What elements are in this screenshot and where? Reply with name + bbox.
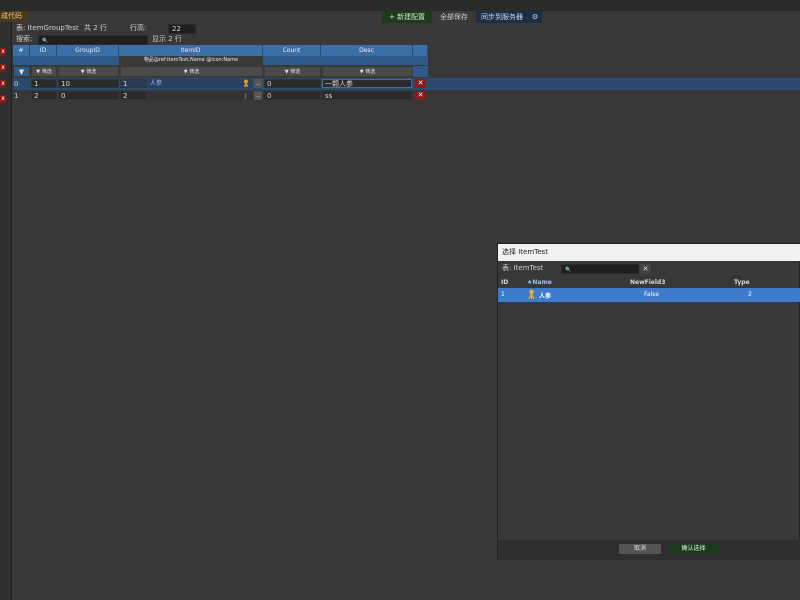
cell-desc-input[interactable]: ss xyxy=(322,91,412,100)
total-rows-label: 共 2 行 xyxy=(84,24,107,32)
gear-icon[interactable]: ⚙ xyxy=(528,11,542,23)
subheader-blank xyxy=(263,56,413,65)
cell-id-input[interactable]: 2 xyxy=(31,91,57,100)
dialog-item-id: 1 xyxy=(501,291,505,298)
dialog-item-name: 人参 xyxy=(539,293,552,300)
item-name-text xyxy=(148,92,150,99)
search-icon: 🔍 xyxy=(565,267,572,273)
cancel-button[interactable]: 取消 xyxy=(619,544,661,554)
dialog-item-type: 2 xyxy=(748,291,752,298)
subheader-blank xyxy=(413,56,428,65)
col-header-id[interactable]: ID xyxy=(30,45,57,56)
select-item-dialog: 选择 ItemTest 表: ItemTest 🔍 ✕ ID ★Name New… xyxy=(497,243,800,560)
clear-search-button[interactable]: ✕ xyxy=(640,264,651,274)
cell-itemid-ref[interactable] xyxy=(148,91,252,100)
col-header-count[interactable]: Count xyxy=(263,45,321,56)
subheader-blank xyxy=(30,56,119,65)
row-height-input[interactable]: 22 xyxy=(168,24,196,34)
col-header-itemid[interactable]: ItemID xyxy=(119,45,263,56)
pick-item-button[interactable]: .. xyxy=(254,79,262,88)
dialog-col-newfield3[interactable]: NewField3 xyxy=(630,278,665,288)
cell-itemid-input[interactable]: 1 xyxy=(120,79,147,88)
row-index: 0 xyxy=(14,80,19,88)
col-header-desc[interactable]: Desc xyxy=(321,45,413,56)
generate-code-button[interactable]: 成代码 xyxy=(0,11,28,22)
dialog-table-label: 表: ItemTest xyxy=(502,264,544,272)
itemid-ref-note: 物品@ref:ItemTest.Name @icon:Name xyxy=(119,56,263,65)
left-delete-icon[interactable]: x xyxy=(0,95,6,103)
search-input[interactable]: 🔍 xyxy=(38,35,148,45)
save-all-button[interactable]: 全部保存 xyxy=(436,11,472,23)
filter-desc-button[interactable]: ▼ 筛选 xyxy=(322,66,413,77)
confirm-select-button[interactable]: 确认选择 xyxy=(668,544,719,554)
dialog-title: 选择 ItemTest xyxy=(498,244,800,261)
ginseng-icon xyxy=(528,289,535,300)
delete-row-button[interactable]: ✕ xyxy=(415,91,426,100)
filter-id-button[interactable]: ▼ 筛选 xyxy=(31,66,57,77)
cell-groupid-input[interactable]: 10 xyxy=(58,79,119,88)
left-panel-strip xyxy=(0,22,12,600)
dialog-search-input[interactable]: 🔍 xyxy=(561,264,639,274)
filter-itemid-button[interactable]: ▼ 筛选 xyxy=(120,66,263,77)
row-index: 1 xyxy=(14,92,19,100)
dialog-col-name[interactable]: ★Name xyxy=(527,278,552,288)
item-name-text: 人参 xyxy=(150,80,163,87)
search-label: 搜索: xyxy=(16,35,33,43)
left-delete-icon[interactable]: x xyxy=(0,64,6,72)
cell-desc-input[interactable]: 一颗人参 xyxy=(322,79,412,88)
col-header-groupid[interactable]: GroupID xyxy=(57,45,119,56)
cell-groupid-input[interactable]: 0 xyxy=(58,91,119,100)
filter-groupid-button[interactable]: ▼ 筛选 xyxy=(58,66,119,77)
subheader-blank xyxy=(13,56,30,65)
pick-item-button[interactable]: .. xyxy=(254,91,262,100)
dialog-col-id[interactable]: ID xyxy=(501,278,508,288)
delete-row-button[interactable]: ✕ xyxy=(415,79,426,88)
filter-count-button[interactable]: ▼ 筛选 xyxy=(264,66,321,77)
filter-actions-cell xyxy=(413,66,428,77)
ginseng-icon xyxy=(243,79,249,88)
dialog-item-newfield3: False xyxy=(644,291,660,298)
showing-rows-label: 显示 2 行 xyxy=(152,35,182,43)
left-delete-icon[interactable]: x xyxy=(0,80,6,88)
top-bar xyxy=(0,0,800,11)
dialog-col-type[interactable]: Type xyxy=(734,278,750,288)
left-delete-icon[interactable]: x xyxy=(0,48,6,56)
new-config-button[interactable]: + 新建配置 xyxy=(382,11,432,23)
sync-server-button[interactable]: 同步到服务器 xyxy=(476,11,528,23)
table-label: 表: ItemGroupTest xyxy=(16,24,79,32)
filter-toggle-icon[interactable]: ▼ xyxy=(13,66,30,77)
cell-itemid-ref[interactable]: 人参 xyxy=(148,79,252,88)
cell-count-input[interactable]: 0 xyxy=(264,91,321,100)
row-height-label: 行高: xyxy=(130,24,147,32)
cell-count-input[interactable]: 0 xyxy=(264,79,321,88)
cell-id-input[interactable]: 1 xyxy=(31,79,57,88)
search-icon: 🔍 xyxy=(42,38,49,44)
col-header-actions xyxy=(413,45,428,56)
col-header-index: # xyxy=(13,45,30,56)
ginseng-icon xyxy=(244,92,247,100)
cell-itemid-input[interactable]: 2 xyxy=(120,91,147,100)
